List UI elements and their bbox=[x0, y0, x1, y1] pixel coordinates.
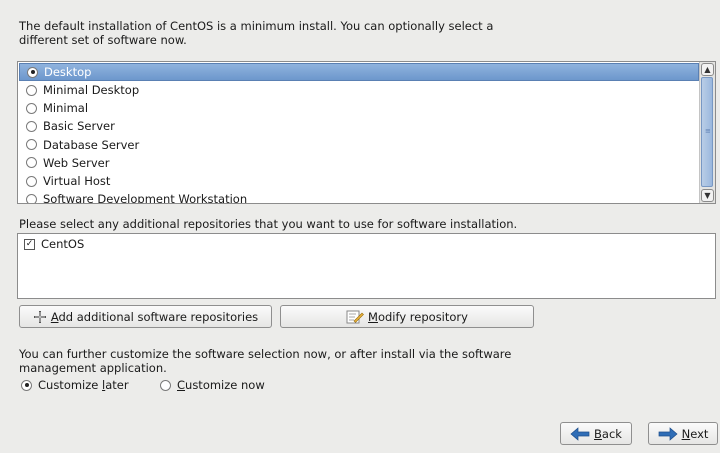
radio-database-server[interactable] bbox=[26, 139, 37, 151]
radio-customize-later[interactable] bbox=[21, 379, 32, 391]
customize-now-option[interactable]: Customize now bbox=[158, 378, 265, 392]
list-item-label: Minimal Desktop bbox=[43, 83, 140, 98]
list-item-label: Virtual Host bbox=[43, 174, 111, 189]
scroll-thumb[interactable]: ≡ bbox=[701, 77, 713, 187]
list-item-label: Database Server bbox=[43, 137, 140, 152]
list-item[interactable]: ✓ CentOS bbox=[24, 237, 84, 251]
radio-basic-server[interactable] bbox=[26, 120, 37, 132]
list-item[interactable]: Minimal bbox=[19, 99, 699, 117]
radio-minimal-desktop[interactable] bbox=[26, 84, 37, 96]
list-item[interactable]: Desktop bbox=[19, 63, 699, 81]
add-repository-button[interactable]: Add additional software repositories bbox=[19, 305, 272, 328]
radio-customize-now[interactable] bbox=[160, 379, 171, 391]
modify-repository-button[interactable]: Modify repository bbox=[280, 305, 534, 328]
intro-text: The default installation of CentOS is a … bbox=[19, 19, 494, 47]
customize-now-label: Customize now bbox=[177, 378, 265, 392]
list-item-label: Minimal bbox=[43, 101, 89, 116]
customize-text: You can further customize the software s… bbox=[19, 347, 512, 375]
list-item-label: Web Server bbox=[43, 155, 110, 170]
back-arrow-icon bbox=[570, 426, 590, 441]
next-arrow-icon bbox=[658, 426, 678, 441]
back-button[interactable]: Back bbox=[560, 422, 632, 445]
radio-desktop[interactable] bbox=[27, 66, 38, 78]
grip-icon: ≡ bbox=[705, 127, 711, 135]
scroll-down-arrow-icon[interactable]: ▼ bbox=[701, 189, 714, 202]
next-button[interactable]: Next bbox=[648, 422, 718, 445]
repository-list[interactable]: ✓ CentOS bbox=[17, 233, 716, 299]
list-item-label: Basic Server bbox=[43, 119, 115, 134]
list-item-label: Software Development Workstation bbox=[43, 192, 248, 204]
list-item[interactable]: Basic Server bbox=[19, 117, 699, 135]
repository-label: CentOS bbox=[41, 237, 85, 251]
repo-prompt: Please select any additional repositorie… bbox=[19, 217, 518, 231]
customize-later-option[interactable]: Customize later bbox=[19, 378, 129, 392]
list-scrollbar[interactable]: ▲ ≡ ▼ bbox=[699, 62, 715, 203]
checkbox-centos[interactable]: ✓ bbox=[24, 238, 35, 250]
list-item[interactable]: Virtual Host bbox=[19, 172, 699, 190]
software-set-list[interactable]: Desktop Minimal Desktop Minimal Basic Se… bbox=[17, 61, 716, 204]
add-icon bbox=[33, 310, 47, 324]
customize-later-label: Customize later bbox=[38, 378, 129, 392]
radio-web-server[interactable] bbox=[26, 157, 37, 169]
list-item[interactable]: Database Server bbox=[19, 136, 699, 154]
list-item[interactable]: Web Server bbox=[19, 154, 699, 172]
radio-minimal[interactable] bbox=[26, 102, 37, 114]
list-item-label: Desktop bbox=[44, 65, 92, 79]
list-item[interactable]: Minimal Desktop bbox=[19, 81, 699, 99]
edit-icon bbox=[346, 310, 364, 324]
list-item[interactable]: Software Development Workstation bbox=[19, 190, 699, 204]
radio-software-development-workstation[interactable] bbox=[26, 193, 37, 203]
radio-virtual-host[interactable] bbox=[26, 175, 37, 187]
scroll-up-arrow-icon[interactable]: ▲ bbox=[701, 63, 714, 76]
